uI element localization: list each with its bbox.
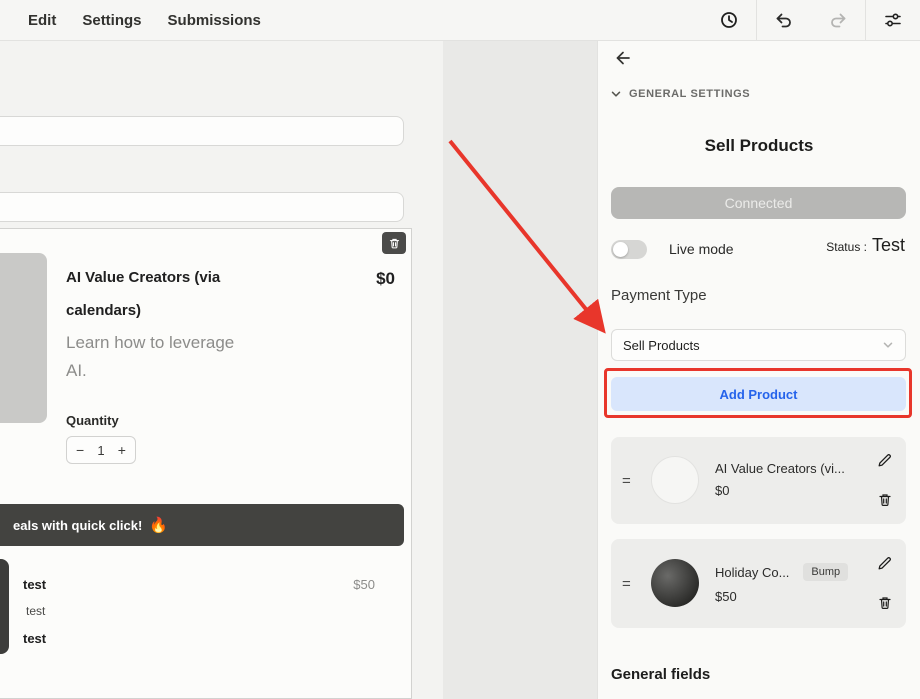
- delete-trash-icon[interactable]: [875, 490, 895, 513]
- delete-block-icon[interactable]: [382, 232, 406, 254]
- drag-handle-icon[interactable]: =: [622, 575, 631, 592]
- quantity-label: Quantity: [66, 413, 119, 428]
- panel-title: Sell Products: [598, 136, 920, 156]
- settings-panel: GENERAL SETTINGS Sell Products Connected…: [597, 41, 920, 699]
- promo-banner-text: eals with quick click!: [13, 518, 142, 533]
- product-price: $0: [715, 483, 729, 498]
- connected-button[interactable]: Connected: [611, 187, 906, 219]
- product-avatar: [651, 559, 699, 607]
- product-badge: Bump: [803, 563, 848, 581]
- general-settings-section-toggle[interactable]: GENERAL SETTINGS: [610, 88, 750, 100]
- quantity-stepper: − 1 +: [66, 436, 136, 464]
- product-name: Holiday Co...: [715, 565, 789, 580]
- form-text-field-2[interactable]: [0, 192, 404, 222]
- product-preview-card: AI Value Creators (via calendars) $0 Lea…: [0, 228, 412, 699]
- product-description: Learn how to leverage AI.: [66, 329, 276, 385]
- promo-banner: eals with quick click! 🔥: [0, 504, 404, 546]
- form-canvas: AI Value Creators (via calendars) $0 Lea…: [0, 41, 443, 699]
- product-price: $50: [715, 589, 737, 604]
- chevron-down-icon: [882, 339, 894, 351]
- general-fields-heading: General fields: [611, 666, 710, 683]
- drag-handle-icon[interactable]: =: [622, 472, 631, 489]
- bump-image-placeholder: [0, 559, 9, 654]
- fire-emoji-icon: 🔥: [149, 516, 168, 534]
- product-row: = Holiday Co... Bump $50: [611, 539, 906, 628]
- back-arrow-icon[interactable]: [611, 46, 635, 73]
- payment-type-value: Sell Products: [623, 338, 700, 353]
- quantity-increase-button[interactable]: +: [118, 442, 126, 458]
- live-mode-label: Live mode: [669, 240, 734, 259]
- delete-trash-icon[interactable]: [875, 593, 895, 616]
- product-row: = AI Value Creators (vi... $0: [611, 437, 906, 524]
- status-value: Test: [872, 235, 905, 256]
- topbar-tabs: Edit Settings Submissions: [0, 0, 261, 40]
- edit-pencil-icon[interactable]: [874, 553, 895, 577]
- app-window: Edit Settings Submissions: [0, 0, 920, 699]
- tab-settings[interactable]: Settings: [82, 12, 141, 29]
- adjustments-icon[interactable]: [866, 0, 920, 40]
- payment-type-label: Payment Type: [611, 287, 707, 304]
- list-item: test: [23, 577, 46, 592]
- list-item: test: [23, 631, 46, 646]
- list-item: test: [26, 604, 45, 618]
- undo-icon[interactable]: [757, 0, 811, 40]
- redo-icon[interactable]: [811, 0, 865, 40]
- topbar: Edit Settings Submissions: [0, 0, 920, 41]
- product-title: AI Value Creators (via calendars): [66, 261, 266, 327]
- product-price: $0: [376, 269, 395, 289]
- status-label: Status :: [826, 240, 867, 254]
- history-icon[interactable]: [702, 0, 756, 40]
- product-image-placeholder: [0, 253, 47, 423]
- status-indicator: Status : Test: [826, 235, 905, 256]
- payment-type-select[interactable]: Sell Products: [611, 329, 906, 361]
- add-product-button[interactable]: Add Product: [611, 377, 906, 411]
- quantity-decrease-button[interactable]: −: [76, 442, 84, 458]
- product-name: AI Value Creators (vi...: [715, 461, 845, 476]
- tab-submissions[interactable]: Submissions: [168, 12, 261, 29]
- quantity-value: 1: [97, 443, 104, 458]
- product-avatar: [651, 456, 699, 504]
- live-mode-toggle[interactable]: [611, 240, 647, 259]
- topbar-actions: [702, 0, 920, 40]
- edit-pencil-icon[interactable]: [874, 450, 895, 474]
- toggle-knob: [613, 242, 628, 257]
- tab-edit[interactable]: Edit: [28, 12, 56, 29]
- chevron-down-icon: [610, 88, 622, 100]
- general-settings-label: GENERAL SETTINGS: [629, 88, 750, 100]
- form-text-field-1[interactable]: [0, 116, 404, 146]
- list-item-price: $50: [353, 577, 375, 592]
